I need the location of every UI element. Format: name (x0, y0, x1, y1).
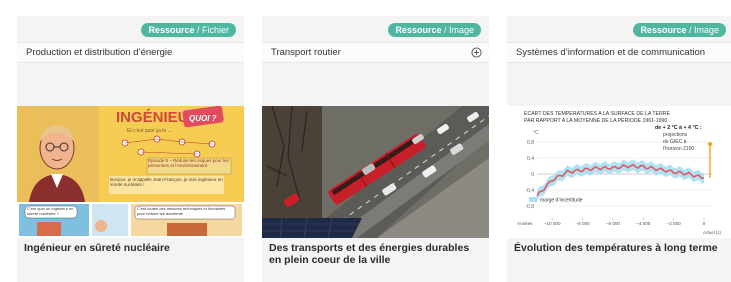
card-title[interactable]: Ingénieur en sûreté nucléaire (24, 242, 239, 254)
resource-card[interactable]: Ressource / Image Transport routier Des … (262, 16, 489, 282)
projection-point (708, 142, 712, 146)
chart-title-line1: ECART DES TEMPERATURES A LA SURFACE DE L… (524, 111, 671, 117)
chart-title-line2: PAR RAPPORT A LA MOYENNE DE LA PÉRIODE 1… (524, 117, 667, 124)
resource-card[interactable]: Ressource / Image Systèmes d’information… (507, 16, 731, 282)
x-tick-label: −2 000 (667, 221, 682, 226)
x-tick-label: −8 000 (575, 221, 590, 226)
x-tick-label: 0 (703, 221, 706, 226)
svg-text:Et c’est quoi ça le ...: Et c’est quoi ça le ... (127, 128, 172, 134)
category-label: Transport routier (271, 47, 341, 58)
x-tick-label: −10 000 (544, 221, 561, 226)
annotation-line3: du GIEC à (663, 139, 687, 145)
thumbnail-photo[interactable] (262, 106, 489, 238)
x-tick-label: −6 000 (606, 221, 621, 226)
y-tick-label: -0,8 (525, 204, 534, 210)
category-label: Systèmes d’information et de communicati… (516, 47, 706, 58)
x-tick-actuel: Actuel (1) (703, 230, 722, 235)
category-label: Production et distribution d’énergie (26, 47, 173, 58)
category-bar: Production et distribution d’énergie (17, 42, 244, 63)
legend-label: marge d’incertitude (540, 198, 583, 204)
resource-badge: Ressource / Fichier (141, 23, 236, 37)
resource-badge: Ressource / Image (388, 23, 481, 37)
x-tick-label: −4 000 (636, 221, 651, 226)
uncertainty-band (537, 159, 704, 202)
resource-card[interactable]: Ressource / Fichier Production et distri… (17, 16, 244, 282)
annotation-line4: l’horizon 2100 (663, 146, 694, 152)
legend-swatch (529, 197, 537, 202)
thumbnail-chart[interactable]: ECART DES TEMPERATURES A LA SURFACE DE L… (507, 106, 731, 238)
resource-badge: Ressource / Image (633, 23, 726, 37)
card-title[interactable]: Des transports et des énergies durables … (269, 242, 484, 266)
category-bar: Transport routier (262, 42, 489, 63)
y-tick-label: 0,4 (527, 156, 534, 162)
y-tick-label: 0,8 (527, 140, 534, 146)
x-axis-title: Années (517, 221, 533, 226)
y-tick-label: -0,4 (525, 188, 534, 194)
plus-circle-icon[interactable] (471, 47, 482, 58)
category-bar: Systèmes d’information et de communicati… (507, 42, 731, 63)
y-tick-label: 0 (531, 172, 534, 178)
thumbnail-comic[interactable]: INGÉNIEUR QUOI ? Et c’est quoi ça le ...… (17, 106, 244, 238)
svg-text:QUOI ?: QUOI ? (189, 114, 217, 123)
annotation-line1: de + 2 °C à + 4 °C : (655, 125, 702, 131)
card-title[interactable]: Évolution des températures à long terme (514, 242, 729, 254)
annotation-line2: projections (663, 132, 688, 138)
y-axis-unit: °C (533, 130, 539, 136)
